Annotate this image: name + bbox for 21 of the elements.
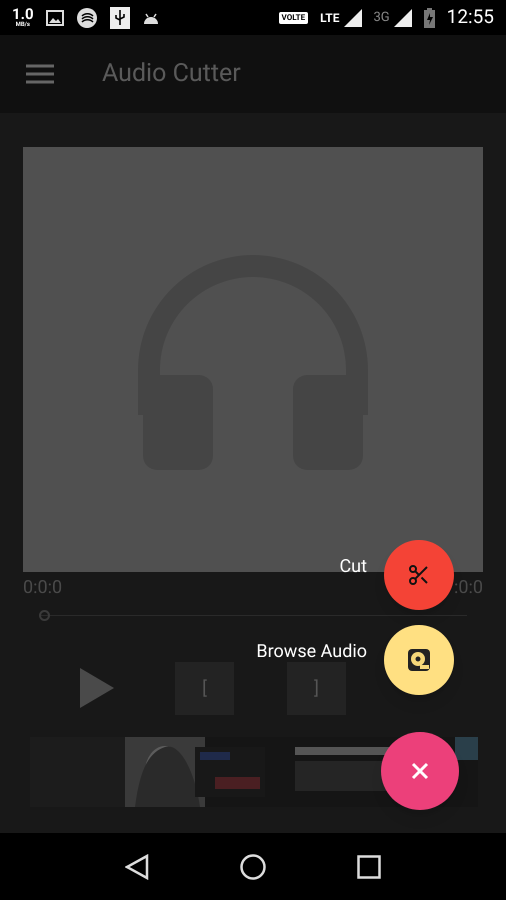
network-label: 3G [374,8,390,27]
image-icon [46,10,64,26]
clock: 12:55 [446,4,494,30]
battery-icon [424,8,435,28]
recents-icon[interactable] [356,854,381,878]
signal-icon [394,8,412,26]
app-title: Audio Cutter [102,58,241,90]
fab-label: Browse Audio [256,643,367,661]
seek-thumb[interactable] [39,610,50,620]
home-icon[interactable] [240,854,266,880]
close-icon [411,762,429,780]
fab-label: Cut [339,558,367,576]
usb-icon [110,6,130,28]
mark-button[interactable]: [ [175,662,234,714]
signal-icon [344,8,362,26]
menu-icon[interactable] [26,64,54,84]
lte-label: LTE [320,10,340,26]
speed-value: 1.0 [12,7,34,22]
volte-badge: VOLTE [278,12,308,24]
mark-button[interactable]: ] [287,662,346,714]
back-icon[interactable] [125,854,150,880]
